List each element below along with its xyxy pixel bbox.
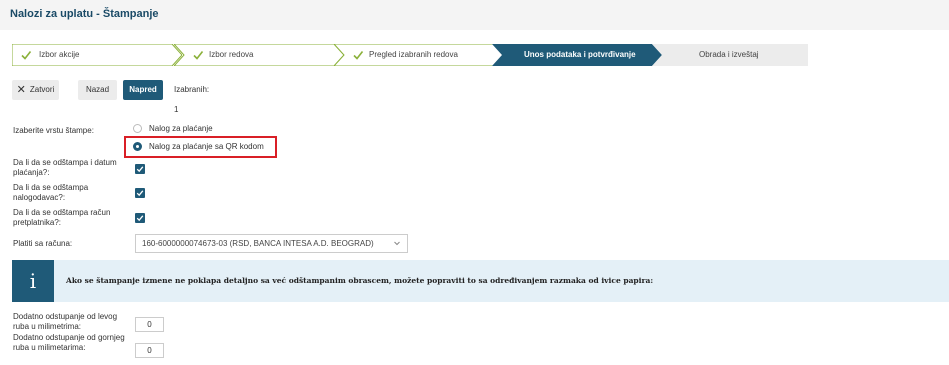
step-izbor-akcije[interactable]: Izbor akcije	[12, 44, 182, 66]
check-icon	[136, 190, 144, 197]
title-bar: Nalozi za uplatu - Štampanje	[0, 0, 949, 30]
chevron-down-icon	[394, 241, 400, 246]
next-button[interactable]: Napred	[123, 80, 163, 100]
info-icon: i	[12, 260, 54, 302]
check-icon	[136, 215, 144, 222]
back-button[interactable]: Nazad	[78, 80, 117, 100]
check-icon	[136, 166, 144, 173]
print-payer-checkbox[interactable]	[135, 188, 145, 198]
page-title: Nalozi za uplatu - Štampanje	[10, 8, 159, 20]
step-label: Izbor redova	[209, 50, 254, 59]
highlight-box	[124, 136, 277, 158]
info-banner: i Ako se štampanje izmene ne poklapa det…	[12, 260, 949, 302]
info-text: Ako se štampanje izmene ne poklapa detal…	[66, 276, 654, 285]
step-label: Pregled izabranih redova	[369, 50, 458, 59]
check-icon	[21, 51, 32, 60]
radio-label: Nalog za plaćanje	[149, 124, 213, 133]
step-pregled-izabranih-redova[interactable]: Pregled izabranih redova	[334, 44, 504, 66]
print-account-label: Da li da se odštampa račun pretplatnika?…	[13, 208, 111, 227]
pay-from-select[interactable]: 160-6000000074673-03 (RSD, BANCA INTESA …	[135, 234, 408, 253]
print-type-label: Izaberite vrstu štampe:	[13, 126, 94, 135]
step-obrada-i-izvestaj[interactable]: Obrada i izveštaj	[652, 44, 808, 66]
check-icon	[193, 51, 204, 60]
selected-count: Izabranih: 1	[174, 85, 210, 114]
step-unos-podataka[interactable]: Unos podataka i potvrđivanje	[492, 44, 662, 66]
pay-from-label: Platiti sa računa:	[13, 239, 73, 248]
check-icon	[353, 51, 364, 60]
step-izbor-redova[interactable]: Izbor redova	[174, 44, 344, 66]
left-offset-input[interactable]: 0	[135, 317, 164, 332]
close-icon: ✕	[16, 84, 26, 96]
top-offset-label: Dodatno odstupanje od gornjeg ruba u mil…	[13, 333, 125, 352]
step-label: Izbor akcije	[39, 50, 80, 59]
wizard-steps: Izbor akcije Izbor redova Pregled izabra…	[12, 44, 812, 66]
radio-nalog-za-placanje[interactable]	[133, 124, 142, 133]
print-payer-label: Da li da se odštampa nalogodavac?:	[13, 183, 89, 202]
left-offset-label: Dodatno odstupanje od levog ruba u milim…	[13, 312, 118, 331]
print-date-checkbox[interactable]	[135, 164, 145, 174]
top-offset-input[interactable]: 0	[135, 343, 164, 358]
step-label: Obrada i izveštaj	[699, 50, 759, 59]
close-button[interactable]: ✕ Zatvori	[12, 80, 59, 100]
print-account-checkbox[interactable]	[135, 213, 145, 223]
print-date-label: Da li da se odštampa i datum plaćanja?:	[13, 158, 117, 177]
step-label: Unos podataka i potvrđivanje	[524, 50, 636, 59]
pay-from-value: 160-6000000074673-03 (RSD, BANCA INTESA …	[142, 239, 374, 248]
